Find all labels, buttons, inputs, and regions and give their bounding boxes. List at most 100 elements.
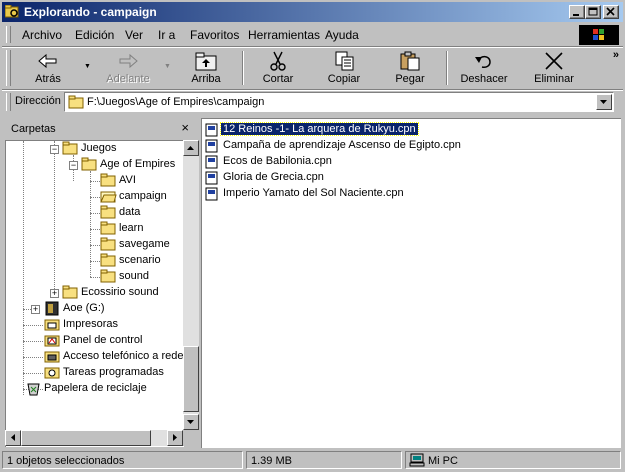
cd-drive-icon: [45, 301, 59, 316]
address-bar: Dirección F:\Juegos\Age of Empires\campa…: [2, 91, 623, 113]
folders-pane-close-icon[interactable]: ×: [181, 120, 189, 135]
expand-ecossirio-toggle[interactable]: +: [50, 289, 59, 298]
undo-label: Deshacer: [460, 73, 508, 85]
forward-dropdown-icon[interactable]: ▼: [164, 63, 171, 70]
tree-line: [23, 357, 43, 358]
folder-tree[interactable]: − Juegos − Age of Empires AVI campaign d…: [5, 140, 184, 447]
scheduled-tasks-icon: [44, 367, 60, 379]
menu-herramientas[interactable]: Herramientas: [248, 28, 320, 42]
folder-icon: [100, 221, 116, 235]
collapse-juegos-toggle[interactable]: −: [50, 145, 59, 154]
status-size-panel: 1.39 MB: [246, 451, 402, 469]
forward-label: Adelante: [106, 73, 150, 85]
scroll-thumb[interactable]: [21, 430, 151, 446]
tree-line: [90, 181, 100, 182]
close-icon: [606, 7, 615, 16]
menu-bar: Archivo Edición Ver Ir a Favoritos Herra…: [2, 24, 623, 46]
up-button[interactable]: Arriba: [180, 49, 232, 87]
recycle-bin-icon: [27, 383, 40, 396]
maximize-button[interactable]: [585, 5, 601, 19]
status-selection-panel: 1 objetos seleccionados: [2, 451, 243, 469]
menubar-grip[interactable]: [6, 26, 11, 43]
toolbar-grip[interactable]: [6, 50, 11, 86]
chevron-down-icon: [600, 100, 607, 104]
file-list[interactable]: 12 Reinos -1- La arquera de Rukyu.cpn Ca…: [201, 118, 621, 448]
tree-line: [54, 141, 55, 293]
forward-button[interactable]: Adelante: [100, 49, 156, 87]
menu-edicion[interactable]: Edición: [75, 28, 114, 42]
folder-icon: [100, 269, 116, 283]
status-zone-text: Mi PC: [428, 455, 458, 467]
paste-button[interactable]: Pegar: [382, 49, 438, 87]
file-name: Campaña de aprendizaje Ascenso de Egipto…: [223, 139, 461, 151]
tree-label: Papelera de reciclaje: [44, 382, 147, 394]
file-name: Imperio Yamato del Sol Naciente.cpn: [223, 187, 404, 199]
scissors-icon: [270, 51, 286, 71]
tree-label: Age of Empires: [100, 158, 176, 170]
tree-label: AVI: [119, 174, 136, 186]
cut-button[interactable]: Cortar: [250, 49, 306, 87]
window-title: Explorando - campaign: [24, 5, 157, 19]
maximize-icon: [588, 7, 598, 16]
file-icon: [205, 123, 218, 137]
minimize-button[interactable]: [569, 5, 585, 19]
folder-icon: [68, 95, 84, 109]
menu-archivo[interactable]: Archivo: [22, 28, 62, 42]
tree-line: [90, 213, 100, 214]
undo-button[interactable]: Deshacer: [454, 49, 514, 87]
standard-toolbar: Atrás ▼ Adelante ▼ Arriba Cortar Copiar …: [2, 47, 623, 89]
collapse-age-of-empires-toggle[interactable]: −: [69, 161, 78, 170]
tree-vertical-scrollbar[interactable]: [183, 140, 199, 430]
address-path: F:\Juegos\Age of Empires\campaign: [87, 96, 265, 108]
addressbar-grip[interactable]: [6, 93, 11, 111]
tree-line: [90, 245, 100, 246]
scroll-down-button[interactable]: [183, 414, 199, 430]
toolbar-separator: [446, 51, 448, 85]
tree-line: [23, 341, 43, 342]
scroll-thumb[interactable]: [183, 346, 199, 412]
tree-label: savegame: [119, 238, 170, 250]
scroll-right-button[interactable]: [167, 430, 183, 446]
folder-open-icon: [62, 141, 78, 155]
menu-ir-a[interactable]: Ir a: [158, 28, 175, 42]
delete-button[interactable]: Eliminar: [526, 49, 582, 87]
file-name: Ecos de Babilonia.cpn: [223, 155, 332, 167]
minimize-icon: [573, 14, 579, 16]
tree-line: [90, 261, 100, 262]
address-dropdown-button[interactable]: [596, 94, 612, 110]
back-dropdown-icon[interactable]: ▼: [84, 63, 91, 70]
back-arrow-icon: [38, 53, 57, 69]
tree-label: sound: [119, 270, 149, 282]
folders-pane: Carpetas × − Juegos − Age of Empires AVI…: [3, 118, 199, 448]
toolbar-more-chevron[interactable]: »: [613, 49, 619, 61]
status-selection-text: 1 objetos seleccionados: [7, 455, 125, 467]
scroll-left-button[interactable]: [5, 430, 21, 446]
paste-label: Pegar: [395, 73, 425, 85]
address-label: Dirección: [15, 95, 61, 107]
menu-ver[interactable]: Ver: [125, 28, 143, 42]
menu-ayuda[interactable]: Ayuda: [325, 28, 359, 42]
chevron-right-icon: [173, 434, 177, 441]
control-panel-icon: [44, 335, 60, 347]
address-input[interactable]: F:\Juegos\Age of Empires\campaign: [64, 92, 614, 112]
menu-favoritos[interactable]: Favoritos: [190, 28, 239, 42]
file-name: Gloria de Grecia.cpn: [223, 171, 324, 183]
tree-label: Aoe (G:): [63, 302, 105, 314]
explorer-app-icon: [5, 5, 19, 18]
tree-line: [23, 373, 43, 374]
tree-horizontal-scrollbar[interactable]: [5, 430, 183, 446]
explorer-window: Explorando - campaign Archivo Edición Ve…: [0, 0, 625, 472]
file-icon: [205, 187, 218, 201]
tree-line: [23, 325, 43, 326]
file-icon: [205, 139, 218, 153]
close-button[interactable]: [603, 5, 619, 19]
status-size-text: 1.39 MB: [251, 455, 292, 467]
folder-icon: [100, 205, 116, 219]
expand-aoe-drive-toggle[interactable]: +: [31, 305, 40, 314]
undo-icon: [475, 55, 491, 68]
back-button[interactable]: Atrás: [22, 49, 74, 87]
copy-button[interactable]: Copiar: [316, 49, 372, 87]
title-bar[interactable]: Explorando - campaign: [2, 2, 623, 22]
windows-logo: [579, 25, 619, 45]
scroll-up-button[interactable]: [183, 140, 199, 156]
